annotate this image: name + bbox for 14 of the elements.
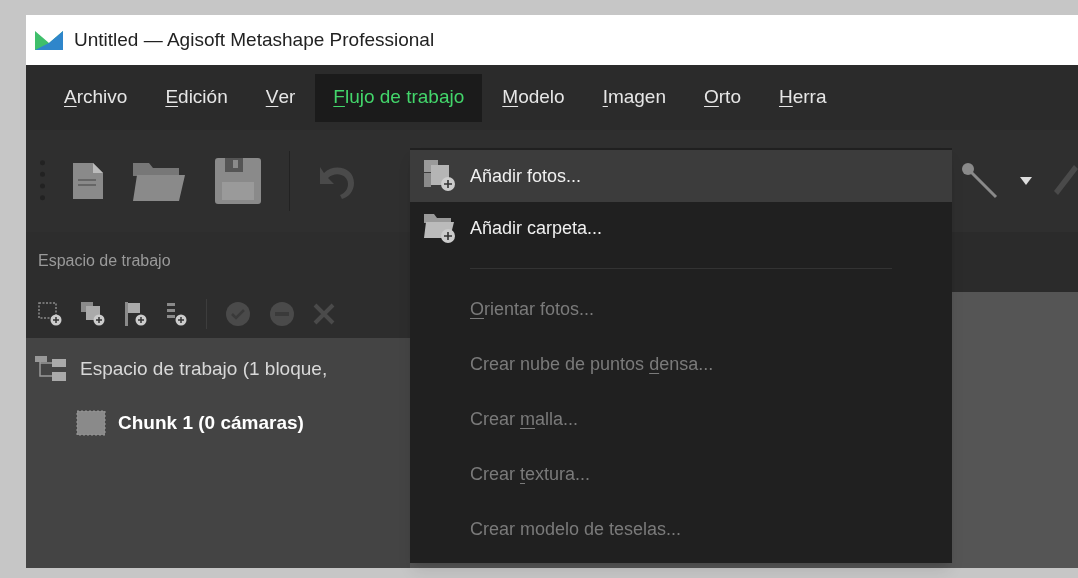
menu-item[interactable]: Añadir carpeta...	[470, 214, 603, 242]
menu-bar-item[interactable]: Modelo	[484, 73, 583, 122]
menu-bar-item[interactable]: Orto	[686, 73, 759, 122]
menu-bar-item[interactable]: Flujo de trabajo	[315, 73, 483, 122]
menu-bar-item[interactable]: Ver	[247, 73, 314, 122]
window-title: Untitled — Agisoft Metashape Professional	[74, 27, 435, 52]
menu-item[interactable]: Añadir fotos...	[470, 162, 582, 190]
menu-bar-item[interactable]: Archivo	[46, 73, 146, 122]
panel-title: Espacio de trabajo	[38, 251, 171, 271]
menu-bar-item[interactable]: Herra	[761, 73, 845, 122]
menu-bar-item[interactable]: Imagen	[584, 73, 684, 122]
menu-bar-item[interactable]: Edición	[147, 73, 246, 122]
tree-item[interactable]: Espacio de trabajo (1 bloque,	[80, 354, 328, 384]
tree-item[interactable]: Chunk 1 (0 cámaras)	[118, 408, 304, 438]
